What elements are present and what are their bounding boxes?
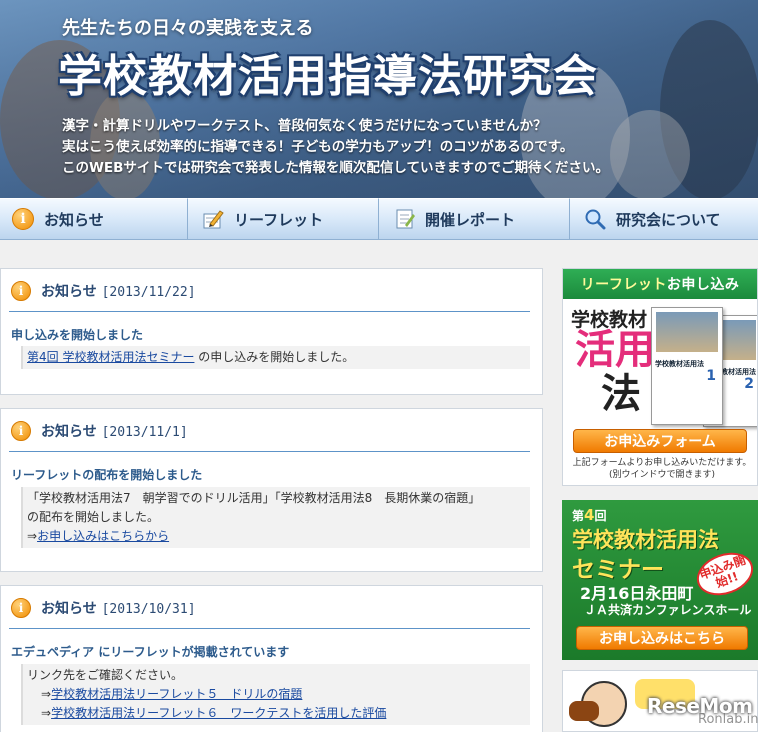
leaflet-title-line2: 活用 (575, 327, 655, 373)
news-subtitle: エデュペディア にリーフレットが掲載されています (11, 645, 290, 659)
apply-link[interactable]: お申し込みはこちらから (37, 529, 169, 543)
news-heading: お知らせ (41, 284, 97, 300)
watermark-text: Ronlab.info (698, 712, 758, 727)
news-text: 「学校教材活用法7 朝学習でのドリル活用」「学校教材活用法8 長期休業の宿題」 (27, 491, 481, 505)
header-banner: 先生たちの日々の実践を支える 学校教材活用指導法研究会 漢字・計算ドリルやワーク… (0, 0, 758, 198)
nav-label: リーフレット (234, 210, 324, 229)
search-icon (585, 209, 606, 230)
arrow-icon: ⇒ (41, 687, 52, 701)
leaflet-banner-title: リーフレット お申し込み (563, 269, 757, 299)
divider (9, 311, 530, 312)
news-item: i お知らせ [2013/11/1] リーフレットの配布を開始しました 「学校教… (0, 408, 543, 572)
document-icon (396, 209, 415, 229)
main-nav: i お知らせ リーフレット 開催レポート 研究会について (0, 198, 758, 240)
seminar-subtitle: セミナー (572, 557, 664, 583)
news-heading: お知らせ (41, 601, 97, 617)
news-subtitle: リーフレットの配布を開始しました (11, 468, 203, 482)
header-intro: 漢字・計算ドリルやワークテスト、普段何気なく使うだけになっていませんか？ 実はこ… (62, 116, 609, 179)
nav-label: 開催レポート (425, 210, 516, 229)
news-body: 「学校教材活用法7 朝学習でのドリル活用」「学校教材活用法8 長期休業の宿題」 … (21, 487, 530, 548)
news-item: i お知らせ [2013/10/31] エデュペディア にリーフレットが掲載され… (0, 585, 543, 732)
news-body: リンク先をご確認ください。 ⇒学校教材活用法リーフレット５ ドリルの宿題 ⇒学校… (21, 664, 530, 725)
news-text: の配布を開始しました。 (27, 510, 160, 524)
leaflet-title-line3: 法 (601, 371, 641, 417)
leaflet5-link[interactable]: 学校教材活用法リーフレット５ ドリルの宿題 (51, 687, 302, 701)
news-text: リンク先をご確認ください。 (27, 668, 184, 682)
seminar-venue: ＪＡ共済カンファレンスホール (584, 603, 752, 617)
intro-line: 実はこう使えば効率的に指導できる！子どもの学力もアップ！のコツがあるのです。 (62, 139, 574, 155)
seminar-banner[interactable]: 第4回 学校教材活用法 セミナー 申込み開始!! 2月16日永田町 ＪＡ共済カン… (562, 500, 758, 660)
nav-item-about[interactable]: 研究会について (570, 198, 758, 240)
pencil-icon (203, 210, 224, 229)
seminar-apply-button[interactable]: お申し込みはこちら (576, 626, 748, 650)
site-title: 学校教材活用指導法研究会 (58, 51, 598, 102)
news-text: の申し込みを開始しました。 (194, 350, 355, 364)
news-heading: お知らせ (41, 424, 97, 440)
news-date: [2013/11/22] (101, 285, 196, 300)
news-item: i お知らせ [2013/11/22] 申し込みを開始しました 第4回 学校教材… (0, 268, 543, 395)
leaflet-book-image: 学校教材活用法 1 (651, 307, 723, 425)
divider (9, 628, 530, 629)
leaflet6-link[interactable]: 学校教材活用法リーフレット６ ワークテストを活用した評価 (51, 706, 386, 720)
info-icon: i (11, 281, 31, 301)
news-date: [2013/11/1] (101, 425, 188, 440)
news-header: i お知らせ [2013/10/31] (11, 598, 196, 618)
news-subtitle: 申し込みを開始しました (11, 328, 144, 342)
info-icon: i (12, 208, 34, 230)
info-icon: i (11, 598, 31, 618)
nav-label: お知らせ (44, 210, 104, 229)
seminar-number: 第4回 (572, 506, 607, 524)
leaflet-note: 上記フォームよりお申し込みいただけます。 (別ウインドウで開きます) (572, 458, 752, 480)
seminar-link[interactable]: 第4回 学校教材活用法セミナー (27, 350, 194, 364)
divider (9, 451, 530, 452)
intro-line: このWEBサイトでは研究会で発表した情報を順次配信していきますのでご期待ください… (62, 160, 609, 176)
arrow-icon: ⇒ (27, 529, 38, 543)
arrow-icon: ⇒ (41, 706, 52, 720)
nav-item-report[interactable]: 開催レポート (379, 198, 570, 240)
nav-item-leaflet[interactable]: リーフレット (188, 198, 379, 240)
news-header: i お知らせ [2013/11/22] (11, 281, 196, 301)
news-date: [2013/10/31] (101, 602, 196, 617)
leaflet-banner[interactable]: リーフレット お申し込み 学校教材 活用 法 学校教材活用法 2 学校教材活用法 … (562, 268, 758, 486)
info-icon: i (11, 421, 31, 441)
header-tagline: 先生たちの日々の実践を支える (62, 18, 314, 39)
news-header: i お知らせ [2013/11/1] (11, 421, 188, 441)
application-form-button[interactable]: お申込みフォーム (573, 429, 747, 453)
intro-line: 漢字・計算ドリルやワークテスト、普段何気なく使うだけになっていませんか？ (62, 118, 547, 134)
nav-item-news[interactable]: i お知らせ (0, 198, 188, 240)
nav-label: 研究会について (616, 210, 721, 229)
news-body: 第4回 学校教材活用法セミナー の申し込みを開始しました。 (21, 346, 530, 369)
